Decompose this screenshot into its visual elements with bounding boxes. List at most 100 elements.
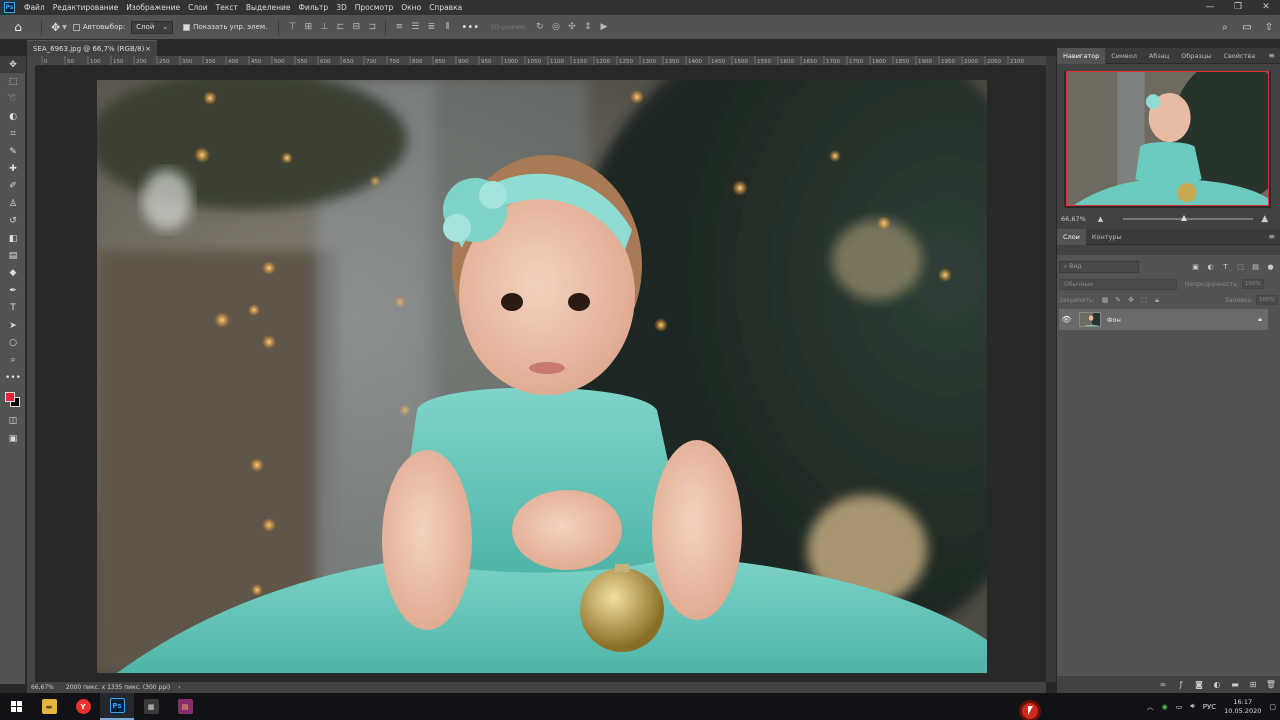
blend-mode-dropdown[interactable]: Обычные bbox=[1059, 278, 1177, 290]
panel-collapse-bar[interactable] bbox=[1057, 40, 1280, 48]
menu-edit[interactable]: Редактирование bbox=[49, 0, 122, 15]
stamp-tool-icon[interactable]: ♙ bbox=[0, 195, 26, 212]
autoselect-checkbox[interactable] bbox=[72, 23, 80, 31]
tab-character[interactable]: Символ bbox=[1105, 48, 1143, 64]
layer-kind-filter[interactable]: ⌕ Вид bbox=[1059, 261, 1139, 273]
add-mask-icon[interactable]: ◙ bbox=[1190, 680, 1208, 689]
navigator-zoom-value[interactable]: 66,67% bbox=[1061, 215, 1086, 223]
brush-tool-icon[interactable]: ✐ bbox=[0, 178, 26, 195]
status-menu-arrow[interactable]: › bbox=[178, 684, 180, 691]
network-icon[interactable]: ▭ bbox=[1176, 703, 1183, 711]
align-bottom-icon[interactable]: ⊥ bbox=[316, 22, 332, 32]
layer-row-background[interactable]: 👁︎ Фон 🔒︎ bbox=[1059, 309, 1268, 330]
menu-window[interactable]: Окно bbox=[397, 0, 425, 15]
tab-close-icon[interactable]: × bbox=[145, 45, 151, 53]
orbit-3d-icon[interactable]: ↻ bbox=[532, 22, 548, 32]
layer-name[interactable]: Фон bbox=[1107, 316, 1121, 324]
screen-mode-icon[interactable]: ▣ bbox=[0, 430, 26, 447]
lock-position-icon[interactable]: ✥ bbox=[1125, 296, 1138, 304]
maximize-button[interactable]: ❐ bbox=[1224, 0, 1252, 15]
show-controls-checkbox[interactable] bbox=[183, 23, 191, 31]
notifications-icon[interactable]: ▢ bbox=[1269, 703, 1276, 711]
adjustment-layer-icon[interactable]: ◐ bbox=[1208, 680, 1226, 689]
blur-tool-icon[interactable]: ◆ bbox=[0, 265, 26, 282]
distribute-top-icon[interactable]: ≡ bbox=[391, 22, 407, 32]
tray-app-icon[interactable]: ◉ bbox=[1162, 703, 1168, 711]
menu-image[interactable]: Изображение bbox=[122, 0, 184, 15]
document-tab[interactable]: SEA_6963.jpg @ 66,7% (RGB/8) × bbox=[27, 40, 157, 56]
link-layers-icon[interactable]: ∞ bbox=[1154, 680, 1172, 689]
menu-layers[interactable]: Слои bbox=[184, 0, 212, 15]
fx-icon[interactable]: ƒ bbox=[1172, 680, 1190, 689]
share-icon[interactable]: ⇧ bbox=[1258, 22, 1280, 33]
opacity-input[interactable]: 100% bbox=[1241, 279, 1264, 289]
volume-icon[interactable]: 🔊︎ bbox=[1190, 702, 1194, 711]
adjustment-filter-icon[interactable]: ◐ bbox=[1203, 263, 1218, 271]
foreground-color[interactable] bbox=[5, 392, 15, 403]
tab-layers[interactable]: Слои bbox=[1057, 228, 1086, 245]
zoom-slider-thumb[interactable] bbox=[1181, 215, 1188, 221]
zoom-in-icon[interactable]: ▲ bbox=[1261, 214, 1268, 224]
align-left-icon[interactable]: ⊏ bbox=[332, 22, 348, 32]
type-tool-icon[interactable]: T bbox=[0, 299, 26, 316]
distribute-bottom-icon[interactable]: ≣ bbox=[423, 22, 439, 32]
menu-3d[interactable]: 3D bbox=[332, 0, 351, 15]
horizontal-ruler[interactable]: 0 50 100 150 200 250 300 350 400 450 500 550 600 650 7… bbox=[36, 56, 1046, 66]
roll-3d-icon[interactable]: ◎ bbox=[548, 22, 564, 32]
navigator-view-box[interactable] bbox=[1066, 71, 1269, 206]
taskbar-photoshop[interactable]: Ps bbox=[100, 693, 134, 720]
home-icon[interactable]: ⌂ bbox=[0, 20, 36, 34]
taskbar-explorer[interactable]: ▬ bbox=[32, 693, 66, 720]
crop-tool-icon[interactable]: ⌗ bbox=[0, 126, 26, 143]
status-zoom[interactable]: 66,67% bbox=[31, 684, 54, 691]
lock-all-icon[interactable]: 🔒︎ bbox=[1151, 296, 1164, 305]
minimize-button[interactable]: — bbox=[1196, 0, 1224, 15]
eyedropper-tool-icon[interactable]: ✎ bbox=[0, 143, 26, 160]
tray-chevron-up-icon[interactable]: ︿ bbox=[1147, 702, 1154, 712]
gradient-tool-icon[interactable]: ▤ bbox=[0, 247, 26, 264]
more-options-button[interactable]: ••• bbox=[461, 22, 479, 33]
delete-layer-icon[interactable]: 🗑︎ bbox=[1262, 680, 1280, 689]
align-right-icon[interactable]: ⊐ bbox=[364, 22, 380, 32]
tab-navigator[interactable]: Навигатор bbox=[1057, 47, 1106, 64]
taskbar-calculator[interactable]: ▦ bbox=[134, 693, 168, 720]
vertical-scrollbar[interactable] bbox=[1046, 56, 1056, 682]
lock-pixels-icon[interactable]: ✎ bbox=[1112, 296, 1125, 304]
distribute-vcenter-icon[interactable]: ☰ bbox=[407, 22, 423, 32]
taskbar-yandex[interactable]: Y bbox=[66, 693, 100, 720]
start-button[interactable] bbox=[0, 701, 32, 712]
language-indicator[interactable]: РУС bbox=[1203, 703, 1216, 711]
new-group-icon[interactable]: ▬ bbox=[1226, 680, 1244, 689]
menu-select[interactable]: Выделение bbox=[242, 0, 295, 15]
history-brush-tool-icon[interactable]: ↺ bbox=[0, 213, 26, 230]
workspace-icon[interactable]: ▭ bbox=[1236, 22, 1258, 33]
search-icon[interactable]: ⌕ bbox=[1214, 22, 1236, 33]
smart-object-filter-icon[interactable]: ▤ bbox=[1248, 263, 1263, 271]
visibility-eye-icon[interactable]: 👁︎ bbox=[1059, 315, 1074, 324]
close-button[interactable]: ✕ bbox=[1252, 0, 1280, 15]
drag-3d-icon[interactable]: ✣ bbox=[564, 22, 580, 32]
more-tools-icon[interactable]: ••• bbox=[0, 369, 26, 386]
slide-3d-icon[interactable]: ⇕ bbox=[580, 22, 596, 32]
navigator-zoom-slider[interactable] bbox=[1123, 215, 1254, 221]
lasso-tool-icon[interactable]: ➰ bbox=[0, 91, 26, 108]
taskbar-winrar[interactable]: ▤ bbox=[168, 693, 202, 720]
pen-tool-icon[interactable]: ✒ bbox=[0, 282, 26, 299]
menu-type[interactable]: Текст bbox=[212, 0, 242, 15]
move-tool-icon[interactable]: ✥ bbox=[0, 56, 26, 74]
menu-help[interactable]: Справка bbox=[425, 0, 466, 15]
menu-file[interactable]: Файл bbox=[20, 0, 49, 15]
healing-brush-tool-icon[interactable]: ✚ bbox=[0, 160, 26, 177]
tab-properties[interactable]: Свойства bbox=[1217, 48, 1261, 64]
type-filter-icon[interactable]: T bbox=[1218, 263, 1233, 271]
distribute-left-icon[interactable]: ⫴ bbox=[439, 22, 455, 32]
quick-select-tool-icon[interactable]: ◐ bbox=[0, 108, 26, 125]
layer-lock-icon[interactable]: 🔒︎ bbox=[1258, 315, 1262, 324]
color-swatches[interactable] bbox=[0, 386, 26, 412]
shape-tool-icon[interactable]: ○ bbox=[0, 334, 26, 351]
menu-filter[interactable]: Фильтр bbox=[295, 0, 333, 15]
clock[interactable]: 16:17 10.05.2020 bbox=[1224, 698, 1261, 716]
panel-menu-icon[interactable]: ≡ bbox=[1268, 232, 1275, 241]
quick-mask-icon[interactable]: ◫ bbox=[0, 412, 26, 429]
marquee-tool-icon[interactable]: ⬚ bbox=[0, 73, 26, 90]
